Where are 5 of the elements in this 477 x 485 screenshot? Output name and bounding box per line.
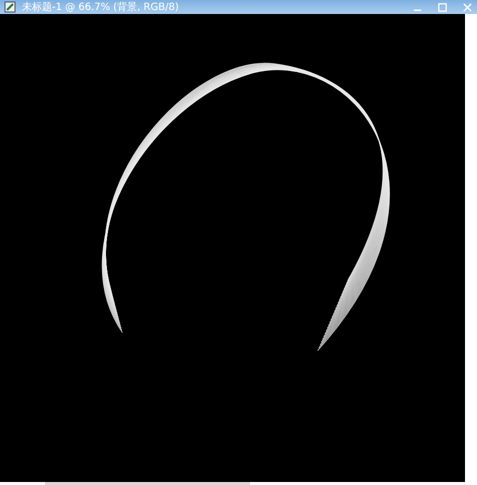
maximize-icon[interactable]	[437, 2, 448, 12]
document-icon	[4, 1, 16, 13]
close-icon[interactable]	[462, 2, 473, 12]
horizontal-scrollbar[interactable]	[45, 482, 250, 485]
window-title: 未标题-1 @ 66.7% (背景, RGB/8)	[22, 0, 180, 14]
